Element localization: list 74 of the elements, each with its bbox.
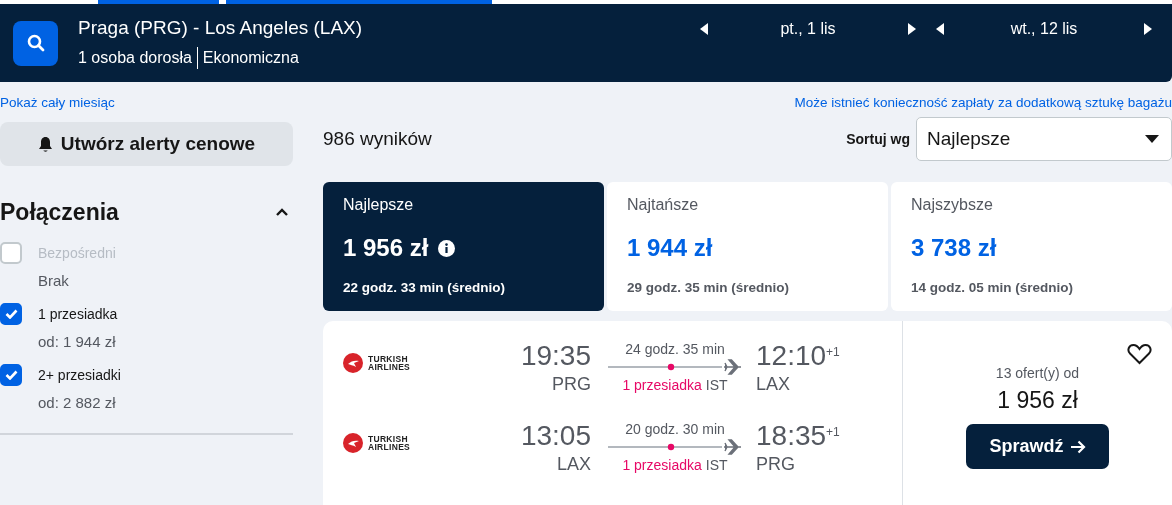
next-date-button[interactable] <box>1142 22 1154 36</box>
filter-option-label[interactable]: 1 przesiadka <box>38 306 293 322</box>
airline-logo-icon <box>343 433 363 453</box>
filter-option-price: od: 2 882 zł <box>38 394 117 411</box>
caret-icon <box>934 22 946 36</box>
flight-duration: 20 godz. 30 min <box>625 421 725 437</box>
sort-tab[interactable]: Najlepsze 1 956 zł 22 godz. 33 min (średnio) <box>323 182 604 311</box>
departure-airport: PRG <box>552 373 591 395</box>
flight-price: 1 956 zł <box>997 387 1078 414</box>
arrival-airport: PRG <box>756 453 796 475</box>
arrow-icon <box>1069 439 1086 454</box>
check-icon <box>4 370 18 380</box>
departure-time: 19:35 <box>520 341 591 372</box>
caret-icon <box>1142 22 1154 36</box>
filter-title: Połączenia <box>0 198 119 226</box>
stops-text: 1 przesiadka <box>622 457 702 473</box>
date-label[interactable]: pt., 1 lis <box>780 20 836 38</box>
tab-duration: 14 godz. 05 min (średnio) <box>911 280 1075 295</box>
passengers-text: 1 osoba dorosła <box>78 49 192 67</box>
price-alert-button[interactable]: Utwórz alerty cenowe <box>0 122 293 166</box>
offers-count: 13 ofert(y) od <box>995 365 1080 381</box>
departure-airport: LAX <box>556 453 591 475</box>
next-date-button[interactable] <box>906 22 918 36</box>
sort-tab[interactable]: Najtańsze 1 944 zł 29 godz. 35 min (średnio) <box>607 182 888 311</box>
arrival-time: 12:10 <box>756 341 827 372</box>
baggage-notice-link[interactable]: Może istnieć konieczność zapłaty za dodatkową sztukę bagażu <box>794 94 1172 110</box>
previous-date-button[interactable] <box>698 22 710 36</box>
filter-option-price: Brak <box>38 272 70 289</box>
month-link[interactable]: Pokaż cały miesiąc <box>0 94 115 110</box>
sort-label: Sortuj wg <box>846 131 910 147</box>
tab-label: Najtańsze <box>627 196 700 214</box>
tab-price: 1 956 zł <box>343 234 429 262</box>
sort-dropdown[interactable]: Najlepsze <box>916 117 1172 161</box>
tab-duration: 22 godz. 33 min (średnio) <box>343 280 507 295</box>
sort-tab[interactable]: Najszybsze 3 738 zł 14 godz. 05 min (średnio) <box>891 182 1172 311</box>
search-button[interactable] <box>13 20 58 66</box>
stops-text: 1 przesiadka <box>622 377 702 393</box>
arrival-time: 18:35 <box>756 421 827 452</box>
checkbox[interactable] <box>0 303 22 325</box>
airline-logo-icon <box>343 353 363 373</box>
flight-duration: 24 godz. 35 min <box>625 341 725 357</box>
arrival-airport: LAX <box>756 373 792 395</box>
layover-airport: IST <box>705 377 728 393</box>
collapse-button[interactable] <box>275 207 289 217</box>
checkbox[interactable] <box>0 364 22 386</box>
caret-icon <box>698 22 710 36</box>
check-icon <box>4 309 18 319</box>
tab-price: 3 738 zł <box>911 234 997 262</box>
airline-name: TURKISH AIRLINES <box>368 354 412 372</box>
search-icon <box>26 34 45 52</box>
info-icon[interactable] <box>438 239 456 257</box>
results-count: 986 wyników <box>323 128 432 150</box>
filter-option-price: od: 1 944 zł <box>38 333 117 350</box>
departure-time: 13:05 <box>520 421 591 452</box>
tab-duration: 29 godz. 35 min (średnio) <box>627 280 791 295</box>
day-offset: +1 <box>826 345 840 359</box>
layover-airport: IST <box>705 457 728 473</box>
route-title: Praga (PRG) - Los Angeles (LAX) <box>78 17 364 39</box>
check-button[interactable]: Sprawdź <box>966 424 1109 469</box>
date-label[interactable]: wt., 12 lis <box>1010 20 1078 38</box>
cabin-class-text: Ekonomiczna <box>202 49 299 67</box>
heart-icon <box>1127 343 1152 365</box>
chevron-icon <box>275 207 289 217</box>
bell-icon <box>37 135 53 153</box>
airline-name: TURKISH AIRLINES <box>368 434 412 452</box>
day-offset: +1 <box>826 425 840 439</box>
tab-label: Najszybsze <box>911 196 994 214</box>
dropdown-caret-icon <box>1145 135 1159 143</box>
favorite-button[interactable] <box>1127 343 1152 365</box>
filter-option-label[interactable]: 2+ przesiadki <box>38 367 293 383</box>
tab-label: Najlepsze <box>343 196 415 214</box>
previous-date-button[interactable] <box>934 22 946 36</box>
caret-icon <box>906 22 918 36</box>
tab-price: 1 944 zł <box>627 234 713 262</box>
